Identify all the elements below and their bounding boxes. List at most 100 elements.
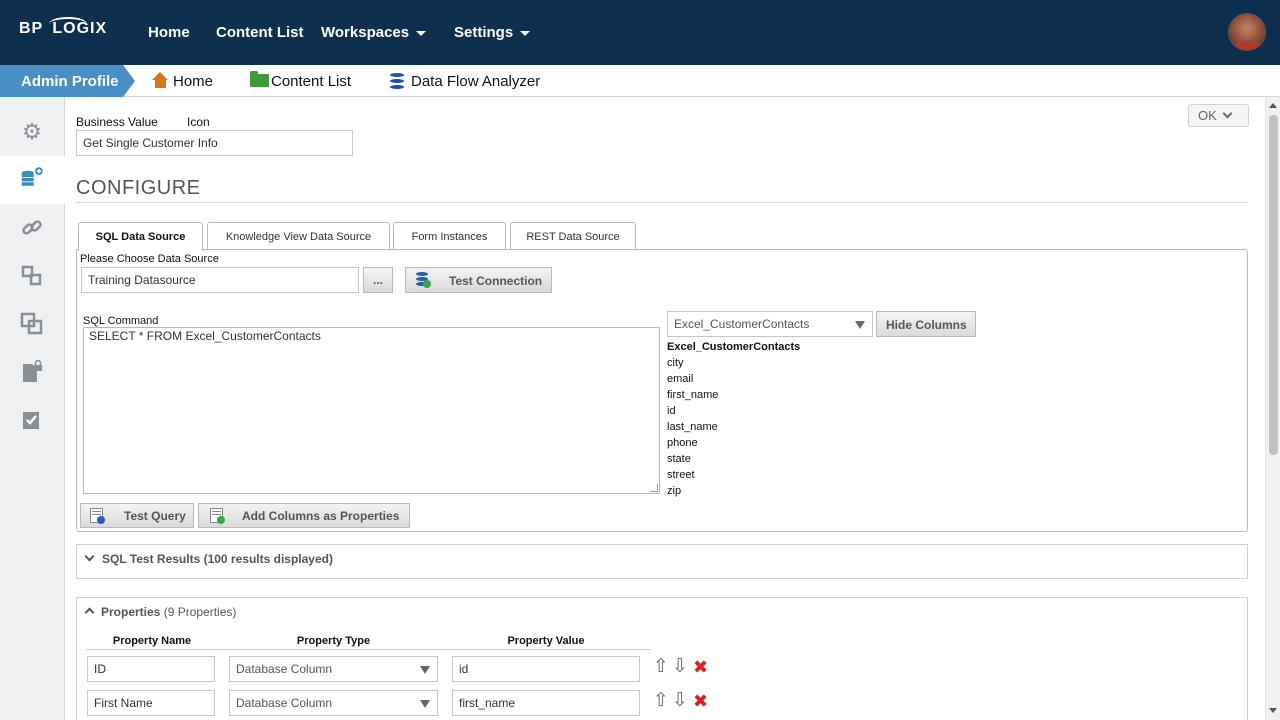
move-down-icon[interactable]: [672, 655, 689, 677]
property-name-input[interactable]: First Name: [87, 690, 215, 716]
user-avatar[interactable]: [1228, 13, 1266, 51]
scroll-up-icon[interactable]: [1269, 103, 1277, 108]
dropdown-arrow-icon: [420, 700, 430, 708]
browse-datasource-button[interactable]: ...: [363, 267, 393, 293]
chevron-up-icon[interactable]: [84, 607, 95, 618]
icon-label: Icon: [187, 115, 210, 129]
property-type-value: Database Column: [236, 696, 333, 710]
property-value-input[interactable]: id: [452, 656, 640, 682]
column-item: phone: [667, 437, 698, 449]
column-item: id: [667, 405, 676, 417]
sql-command-text: SELECT * FROM Excel_CustomerContacts: [89, 329, 321, 343]
vertical-scrollbar[interactable]: [1265, 97, 1280, 720]
sql-command-label: SQL Command: [83, 315, 159, 327]
move-up-icon[interactable]: [653, 689, 670, 711]
property-name-header: Property Name: [112, 635, 192, 647]
scrollbar-thumb[interactable]: [1269, 115, 1278, 455]
column-item: first_name: [667, 389, 719, 401]
sitemap-icon: [21, 265, 42, 286]
logo-text-left: BP: [19, 20, 43, 37]
home-icon: [152, 72, 169, 88]
main-content: OK Business Value Icon Get Single Custom…: [65, 97, 1265, 720]
admin-tab-arrow: [123, 65, 135, 97]
dropdown-arrow-icon: [855, 321, 865, 329]
nav-workspaces[interactable]: Workspaces: [321, 24, 427, 41]
bp-logix-logo[interactable]: BP LOGIX: [19, 17, 107, 38]
breadcrumb-data-flow-analyzer[interactable]: Data Flow Analyzer: [411, 73, 540, 90]
move-down-icon[interactable]: [672, 689, 689, 711]
left-sidebar: ⚙: [0, 97, 65, 720]
delete-icon[interactable]: ✖: [693, 659, 708, 677]
browse-label: ...: [373, 273, 384, 287]
tab-knowledge-view-data-source[interactable]: Knowledge View Data Source: [207, 222, 390, 250]
property-type-select[interactable]: Database Column: [229, 656, 438, 682]
admin-profile-tab[interactable]: Admin Profile: [0, 65, 135, 97]
avatar-shirt: [1233, 42, 1263, 50]
sql-test-results-label: SQL Test Results (100 results displayed): [102, 552, 333, 566]
tab-form-instances[interactable]: Form Instances: [393, 222, 506, 250]
property-name-input[interactable]: ID: [87, 656, 215, 682]
breadcrumb-content-list[interactable]: Content List: [271, 73, 351, 90]
column-list: Excel_CustomerContacts city email first_…: [667, 340, 800, 500]
column-item: email: [667, 373, 694, 385]
property-type-select[interactable]: Database Column: [229, 690, 438, 716]
move-up-icon[interactable]: [653, 655, 670, 677]
test-connection-button[interactable]: Test Connection: [405, 267, 552, 293]
sidebar-item-checklist[interactable]: [0, 396, 65, 444]
property-type-header: Property Type: [296, 635, 371, 647]
sidebar-item-permissions[interactable]: [0, 348, 65, 396]
scroll-down-icon[interactable]: [1269, 708, 1277, 713]
test-query-label: Test Query: [124, 509, 186, 523]
delete-icon[interactable]: ✖: [693, 693, 708, 711]
gear-icon: ⚙: [22, 119, 42, 144]
column-item: street: [667, 469, 695, 481]
tab-form-instances-label: Form Instances: [411, 231, 488, 243]
chevron-down-icon: [416, 30, 427, 36]
logo-arc: [49, 17, 87, 31]
sql-test-results-section[interactable]: SQL Test Results (100 results displayed): [76, 544, 1248, 579]
database-icon: [390, 73, 404, 89]
database-check-icon: [416, 272, 431, 288]
sidebar-item-copy[interactable]: [0, 300, 65, 348]
ok-label: OK: [1198, 108, 1217, 123]
property-value-input[interactable]: first_name: [452, 690, 640, 716]
database-add-icon: [21, 167, 43, 186]
folder-icon: [250, 71, 269, 87]
column-item: state: [667, 453, 691, 465]
add-columns-button[interactable]: Add Columns as Properties: [198, 503, 410, 528]
column-list-table-name: Excel_CustomerContacts: [667, 341, 801, 353]
sql-file-icon: [90, 508, 105, 524]
test-connection-label: Test Connection: [449, 274, 543, 288]
resize-handle-icon[interactable]: [650, 484, 658, 492]
tab-rest-data-source[interactable]: REST Data Source: [510, 222, 636, 250]
tab-sql-data-source[interactable]: SQL Data Source: [78, 222, 203, 251]
sidebar-item-links[interactable]: [0, 204, 65, 252]
breadcrumb-home[interactable]: Home: [173, 73, 213, 90]
top-navigation-bar: BP LOGIX Home Content List Workspaces Se…: [0, 0, 1280, 65]
sidebar-item-data-source[interactable]: [0, 156, 65, 204]
choose-data-source-label: Please Choose Data Source: [80, 253, 219, 265]
properties-title: Properties: [101, 605, 161, 619]
chevron-down-icon: [1222, 108, 1233, 119]
ok-button[interactable]: OK: [1188, 104, 1249, 127]
nav-content-list-label: Content List: [216, 24, 304, 41]
add-columns-label: Add Columns as Properties: [242, 509, 400, 523]
sidebar-item-settings[interactable]: ⚙: [0, 108, 65, 156]
tab-knowledge-view-label: Knowledge View Data Source: [225, 231, 372, 243]
table-select-value: Excel_CustomerContacts: [674, 317, 810, 331]
nav-home-label: Home: [148, 24, 190, 41]
chevron-down-icon: [84, 551, 95, 562]
column-item: city: [667, 357, 684, 369]
sql-command-textarea[interactable]: SELECT * FROM Excel_CustomerContacts: [83, 327, 660, 494]
sidebar-item-structure[interactable]: [0, 252, 65, 300]
nav-settings[interactable]: Settings: [454, 24, 531, 41]
nav-home[interactable]: Home: [148, 24, 190, 41]
test-query-button[interactable]: Test Query: [80, 503, 194, 528]
hide-columns-button[interactable]: Hide Columns: [876, 311, 976, 337]
table-select[interactable]: Excel_CustomerContacts: [667, 311, 873, 337]
chevron-down-icon: [520, 30, 531, 36]
hide-columns-label: Hide Columns: [886, 318, 967, 332]
datasource-input[interactable]: Training Datasource: [81, 267, 359, 293]
business-value-input[interactable]: Get Single Customer Info: [76, 130, 353, 156]
nav-content-list[interactable]: Content List: [216, 24, 304, 41]
